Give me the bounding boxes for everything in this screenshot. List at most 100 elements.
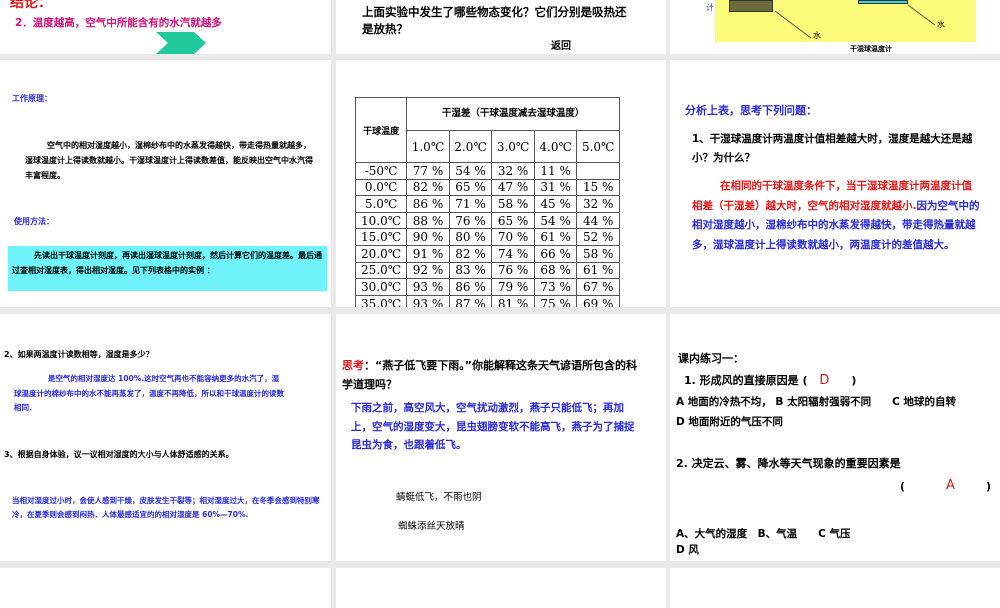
principle-text: 空气中的相对湿度越小，湿棉纱布中的水蒸发得越快，带走得热量就越多，湿球温度计上得… bbox=[25, 141, 313, 180]
slide-title: 结论： bbox=[10, 0, 52, 11]
temperature-cell: 20.0℃ bbox=[354, 244, 408, 263]
q2-close: ) bbox=[986, 480, 992, 493]
conclusion-text: 2．温度越高，空气中所能含有的水汽就越多 bbox=[15, 17, 222, 29]
column-header: 4.0℃ bbox=[533, 130, 578, 163]
exercise-q1: 1. 形成风的直接原因是 ( D) bbox=[684, 372, 856, 388]
q2-open: ( bbox=[900, 480, 906, 493]
humidity-cell: 71 % bbox=[448, 195, 493, 213]
humidity-cell: 87 % bbox=[448, 294, 493, 307]
table-row: 20.0℃ 91 % 82 % 74 % 66 % 58 % bbox=[354, 244, 620, 263]
exercise-q2-options: A、大气的湿度 B、气温 C 气压 bbox=[676, 528, 851, 540]
temperature-cell: 15.0℃ bbox=[354, 228, 408, 246]
temperature-cell: 30.0℃ bbox=[354, 278, 408, 296]
humidity-cell: 65 % bbox=[491, 211, 535, 230]
exercise-q2: 2. 决定云、雾、降水等天气现象的重要因素是 bbox=[676, 457, 901, 470]
diagram-caption: 干湿球温度计 bbox=[850, 45, 892, 53]
slide-thumbnail-7[interactable]: 2、如果两温度计读数相等，湿度是多少？ 是空气的相对湿度达 100%.这时空气再… bbox=[0, 314, 331, 561]
humidity-cell: 58 % bbox=[576, 244, 620, 263]
humidity-cell: 15 % bbox=[576, 178, 620, 197]
slide-thumbnail-10[interactable] bbox=[0, 568, 331, 608]
table-row: 35.0℃ 93 % 87 % 81 % 75 % 69 % bbox=[354, 294, 620, 307]
temperature-cell: 5.0℃ bbox=[354, 195, 408, 213]
humidity-cell: 61 % bbox=[576, 261, 620, 280]
exercise-title: 课内练习一： bbox=[678, 352, 744, 365]
humidity-cell: 32 % bbox=[491, 162, 535, 180]
humidity-table: 干球温度 干湿差（干球温度减去湿球温度） 1.0℃ 2.0℃ 3.0℃ 4.0℃ 5.0… bbox=[354, 97, 620, 307]
row-header: 干球温度 bbox=[354, 97, 408, 163]
think-text: ：“燕子低飞要下雨。”你能解释这条天气谚语所包含的科学道理吗？ bbox=[342, 359, 637, 391]
humidity-cell: 86 % bbox=[448, 278, 493, 296]
slide-thumbnail-11[interactable] bbox=[336, 568, 666, 608]
humidity-cell bbox=[576, 162, 620, 180]
temperature-cell: 0.0℃ bbox=[354, 178, 408, 197]
table-row: 10.0℃ 88 % 76 % 65 % 54 % 44 % bbox=[354, 211, 620, 230]
humidity-cell: 77 % bbox=[406, 162, 450, 180]
table-row: 30.0℃ 93 % 86 % 79 % 73 % 67 % bbox=[354, 278, 620, 296]
humidity-cell: 92 % bbox=[406, 261, 450, 280]
slide-thumbnail-2[interactable]: 上面实验中发生了哪些物态变化？它们分别是吸热还是放热？ 返回 bbox=[336, 0, 666, 54]
question-text: 上面实验中发生了哪些物态变化？它们分别是吸热还是放热？ bbox=[362, 5, 627, 36]
slide-thumbnail-5[interactable]: 干球温度 干湿差（干球温度减去湿球温度） 1.0℃ 2.0℃ 3.0℃ 4.0℃ 5.0… bbox=[336, 60, 666, 307]
humidity-cell: 47 % bbox=[491, 178, 535, 197]
next-arrow-icon[interactable] bbox=[156, 32, 206, 54]
table-row: 5.0℃ 86 % 71 % 58 % 45 % 32 % bbox=[354, 195, 620, 213]
humidity-cell: 88 % bbox=[406, 211, 450, 230]
proverb-2: 蜘蛛添丝天放晴 bbox=[398, 521, 465, 532]
slide-thumbnail-6[interactable]: 分析上表，思考下列问题： 1、干湿球温度计两温度计值相差越大时，湿度是越大还是越… bbox=[670, 60, 1000, 307]
humidity-cell: 80 % bbox=[448, 228, 493, 246]
proverb-1: 蜻蜓低飞，不雨也阴 bbox=[396, 492, 482, 503]
humidity-cell: 32 % bbox=[576, 195, 620, 213]
humidity-cell: 74 % bbox=[491, 244, 535, 263]
table-row: 0.0℃ 82 % 65 % 47 % 31 % 15 % bbox=[354, 178, 620, 197]
column-header: 3.0℃ bbox=[491, 130, 535, 163]
column-header: 1.0℃ bbox=[406, 130, 450, 163]
humidity-cell: 76 % bbox=[491, 261, 535, 280]
answer-2: 是空气的相对湿度达 100%.这时空气再也不能容纳更多的水汽了，湿球温度计的棉纱… bbox=[14, 374, 284, 412]
question-3: 3、根据自身体验，议一议相对湿度的大小与人体舒适感的关系。 bbox=[4, 450, 234, 459]
humidity-cell: 75 % bbox=[533, 294, 578, 307]
humidity-cell: 93 % bbox=[406, 278, 450, 296]
think-question: 思考：“燕子低飞要下雨。”你能解释这条天气谚语所包含的科学道理吗？ bbox=[342, 356, 642, 394]
heading-principle: 工作原理： bbox=[12, 94, 52, 103]
group-header: 干湿差（干球温度减去湿球温度） bbox=[406, 97, 620, 131]
answer-3: 当相对湿度过小时，会使人感到干燥，皮肤发生干裂等；相对湿度过大，在冬季会感到特别… bbox=[12, 496, 320, 519]
humidity-cell: 54 % bbox=[533, 211, 578, 230]
humidity-cell: 86 % bbox=[406, 195, 450, 213]
column-header: 5.0℃ bbox=[576, 130, 620, 163]
humidity-cell: 73 % bbox=[533, 278, 578, 296]
think-answer: 下雨之前，高空风大，空气扰动激烈，燕子只能低飞；再加上，空气的湿度变大，昆虫翅膀… bbox=[351, 402, 635, 451]
exercise-q2-option-d: D 风 bbox=[676, 544, 699, 556]
humidity-cell: 90 % bbox=[406, 228, 450, 246]
answer-1: 在相同的干球温度条件下，当干湿球温度计两温度计值相差（干湿差）越大时，空气的相对… bbox=[692, 177, 982, 255]
slide-thumbnail-3[interactable]: 计 水 水 干湿球温度计 bbox=[670, 0, 1000, 54]
humidity-cell: 79 % bbox=[491, 278, 535, 296]
q2-answer: A bbox=[946, 478, 955, 493]
slide-thumbnail-4[interactable]: 工作原理： 空气中的相对湿度越小，湿棉纱布中的水蒸发得越快，带走得热量就越多，湿… bbox=[0, 60, 331, 307]
water-label-1: 水 bbox=[813, 31, 821, 40]
humidity-cell: 54 % bbox=[448, 162, 493, 180]
q1-close: ) bbox=[851, 374, 857, 387]
table-row: 25.0℃ 92 % 83 % 76 % 68 % 61 % bbox=[354, 261, 620, 280]
question-2: 2、如果两温度计读数相等，湿度是多少？ bbox=[4, 350, 154, 359]
humidity-cell: 44 % bbox=[576, 211, 620, 230]
humidity-cell: 66 % bbox=[533, 244, 578, 263]
heading-usage: 使用方法： bbox=[14, 217, 54, 226]
thermometer-diagram: 水 水 bbox=[715, 0, 976, 42]
humidity-cell: 82 % bbox=[406, 178, 450, 197]
exercise-q1-options: A 地面的冷热不均， B 太阳辐射强弱不同 C 地球的自转 D 地面附近的气压不… bbox=[676, 396, 998, 428]
slide-thumbnail-8[interactable]: 思考：“燕子低飞要下雨。”你能解释这条天气谚语所包含的科学道理吗？ 下雨之前，高… bbox=[336, 314, 666, 561]
analysis-heading: 分析上表，思考下列问题： bbox=[685, 104, 817, 117]
humidity-cell: 83 % bbox=[448, 261, 493, 280]
slide-thumbnail-12[interactable] bbox=[670, 568, 1000, 608]
humidity-cell: 67 % bbox=[576, 278, 620, 296]
humidity-cell: 31 % bbox=[533, 178, 578, 197]
table-row: -50℃ 77 % 54 % 32 % 11 % bbox=[354, 162, 620, 180]
q1-text: 1. 形成风的直接原因是 ( bbox=[684, 374, 808, 387]
back-link[interactable]: 返回 bbox=[551, 37, 571, 52]
humidity-cell: 69 % bbox=[576, 294, 620, 307]
slide-thumbnail-1[interactable]: 结论： 2．温度越高，空气中所能含有的水汽就越多 bbox=[0, 0, 331, 54]
humidity-cell: 52 % bbox=[576, 228, 620, 246]
column-header: 2.0℃ bbox=[448, 130, 493, 163]
humidity-cell: 65 % bbox=[448, 178, 493, 197]
slide-thumbnail-9[interactable]: 课内练习一： 1. 形成风的直接原因是 ( D) A 地面的冷热不均， B 太阳… bbox=[670, 314, 1000, 561]
